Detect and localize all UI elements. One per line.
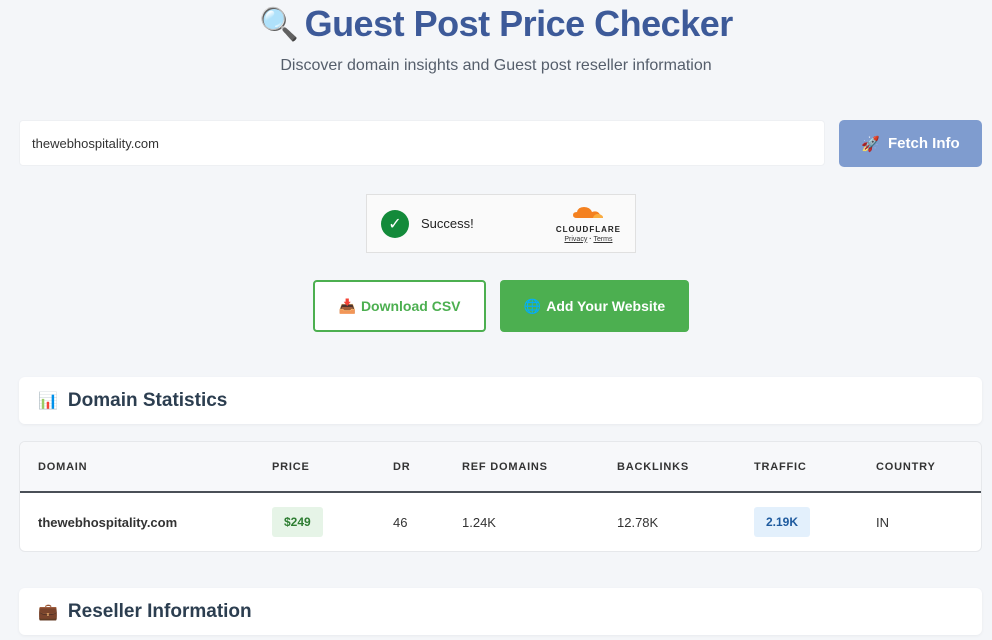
domain-statistics-header: 📊 Domain Statistics — [19, 377, 982, 424]
cell-backlinks: 12.78K — [617, 514, 659, 530]
traffic-badge: 2.19K — [754, 507, 811, 537]
cell-ref-domains: 1.24K — [462, 514, 496, 530]
cloudflare-links: Privacy · Terms — [556, 236, 621, 243]
fetch-info-button[interactable]: 🚀 Fetch Info — [839, 120, 982, 167]
cell-domain: thewebhospitality.com — [38, 514, 178, 530]
bar-chart-icon: 📊 — [38, 392, 58, 410]
link-separator: · — [589, 235, 592, 243]
briefcase-icon: 💼 — [38, 603, 58, 621]
download-tray-icon: 📥 — [338, 297, 356, 314]
domain-stats-table: DOMAIN PRICE DR REF DOMAINS BACKLINKS TR… — [19, 441, 982, 552]
download-csv-button[interactable]: 📥 Download CSV — [313, 280, 486, 332]
privacy-link[interactable]: Privacy — [564, 236, 587, 243]
table-row: thewebhospitality.com $249 46 1.24K 12.7… — [20, 492, 981, 551]
table-header-row: DOMAIN PRICE DR REF DOMAINS BACKLINKS TR… — [20, 442, 981, 493]
rocket-icon: 🚀 — [861, 135, 880, 153]
action-buttons: 📥 Download CSV 🌐 Add Your Website — [313, 280, 689, 332]
cell-country: IN — [876, 514, 889, 530]
cloudflare-captcha: ✓ Success! CLOUDFLARE Privacy · Terms — [366, 194, 636, 253]
col-header-backlinks[interactable]: BACKLINKS — [599, 442, 736, 493]
globe-icon: 🌐 — [523, 297, 542, 314]
price-badge: $249 — [272, 507, 323, 537]
page-title-text: Guest Post Price Checker — [304, 3, 734, 44]
cell-price: $249 — [254, 492, 375, 551]
domain-input[interactable] — [19, 120, 825, 166]
col-header-traffic[interactable]: TRAFFIC — [736, 442, 858, 493]
cell-traffic: 2.19K — [736, 492, 858, 551]
cloudflare-branding: CLOUDFLARE Privacy · Terms — [556, 205, 621, 243]
download-csv-label: Download CSV — [360, 298, 461, 314]
terms-link[interactable]: Terms — [593, 236, 612, 243]
col-header-country[interactable]: COUNTRY — [858, 442, 981, 493]
reseller-information-header: 💼 Reseller Information — [19, 588, 982, 635]
page-header: 🔍 Guest Post Price Checker Discover doma… — [0, 0, 992, 75]
domain-statistics-title: Domain Statistics — [67, 389, 228, 411]
page-title: 🔍 Guest Post Price Checker — [259, 2, 733, 46]
col-header-dr[interactable]: DR — [375, 442, 444, 493]
add-website-label: Add Your Website — [546, 298, 666, 314]
page-subtitle: Discover domain insights and Guest post … — [280, 57, 712, 74]
cell-dr: 46 — [393, 514, 408, 530]
checkmark-icon: ✓ — [381, 209, 409, 238]
captcha-status: Success! — [421, 216, 474, 231]
col-header-domain[interactable]: DOMAIN — [20, 442, 254, 493]
col-header-price[interactable]: PRICE — [254, 442, 375, 493]
search-row: 🚀 Fetch Info — [19, 120, 982, 167]
add-website-button[interactable]: 🌐 Add Your Website — [500, 280, 689, 332]
col-header-ref-domains[interactable]: REF DOMAINS — [444, 442, 599, 493]
fetch-info-label: Fetch Info — [888, 135, 960, 152]
cloudflare-logo-text: CLOUDFLARE — [555, 224, 621, 234]
reseller-information-title: Reseller Information — [67, 600, 252, 622]
magnifier-icon: 🔍 — [259, 6, 299, 42]
cloudflare-cloud-icon — [573, 206, 604, 218]
